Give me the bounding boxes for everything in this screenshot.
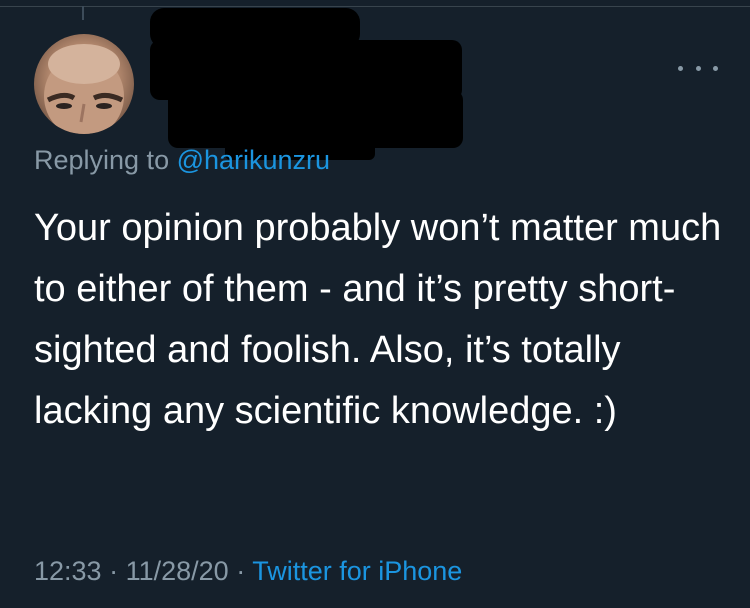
- replying-prefix: Replying to: [34, 145, 177, 175]
- tweet-date[interactable]: 11/28/20: [126, 556, 229, 586]
- meta-separator-1: ·: [101, 556, 126, 586]
- replying-to-line: Replying to @harikunzru: [34, 145, 330, 176]
- avatar-face-image: [44, 44, 124, 134]
- meta-separator-2: ·: [228, 556, 253, 586]
- top-divider: [0, 0, 750, 7]
- more-horizontal-icon[interactable]: [678, 58, 718, 78]
- replying-handle-link[interactable]: @harikunzru: [177, 145, 330, 175]
- avatar[interactable]: [34, 34, 134, 134]
- tweet-meta: 12:33 · 11/28/20 · Twitter for iPhone: [34, 556, 462, 587]
- thread-connector: [82, 6, 84, 20]
- tweet-time[interactable]: 12:33: [34, 556, 102, 586]
- tweet-card: Replying to @harikunzru Your opinion pro…: [0, 0, 750, 608]
- tweet-source-link[interactable]: Twitter for iPhone: [252, 556, 462, 586]
- tweet-text: Your opinion probably won’t matter much …: [34, 207, 722, 432]
